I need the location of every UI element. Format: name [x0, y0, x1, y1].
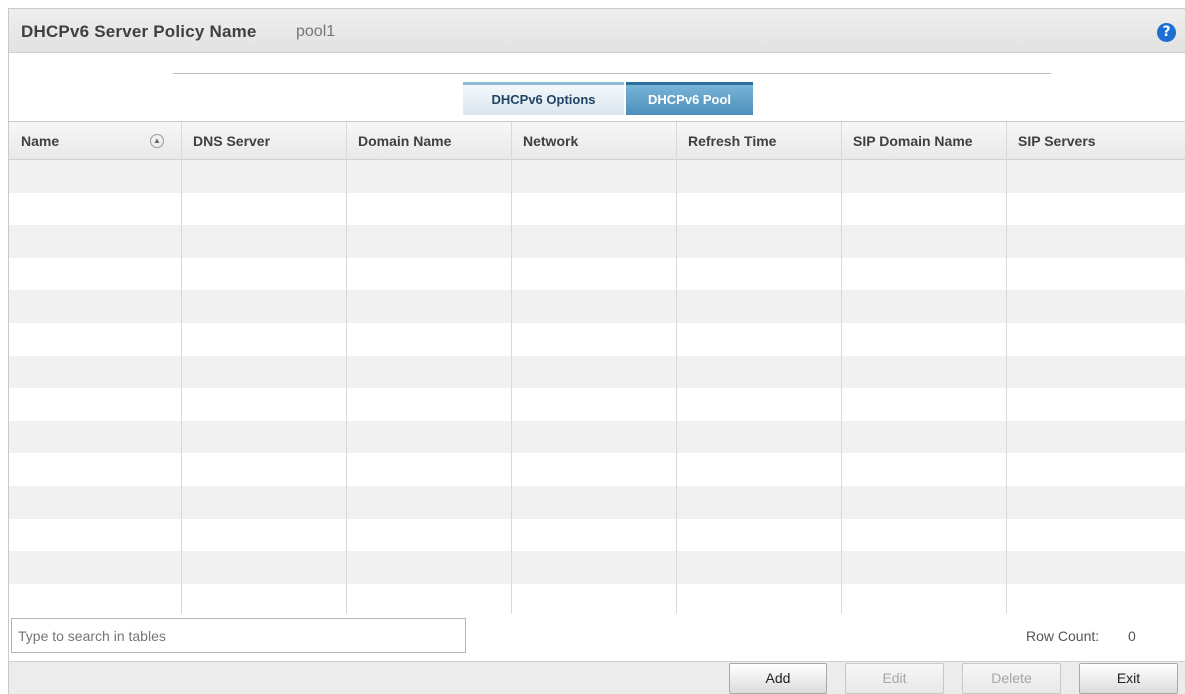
tab-dhcpv6-pool[interactable]: DHCPv6 Pool: [626, 82, 753, 115]
empty-table-row: [9, 323, 1185, 356]
dhcpv6-pool-table: Name ▲ DNS Server Domain Name Network Re…: [9, 121, 1185, 617]
table-search-input[interactable]: [11, 618, 466, 653]
empty-table-row: [9, 160, 1185, 193]
column-header-refresh-time[interactable]: Refresh Time: [676, 122, 841, 160]
column-divider: [346, 122, 347, 614]
empty-table-row: [9, 518, 1185, 552]
column-header-domain-name[interactable]: Domain Name: [346, 122, 511, 160]
empty-table-row: [9, 290, 1185, 323]
column-header-sip-domain-name[interactable]: SIP Domain Name: [841, 122, 1006, 160]
help-icon[interactable]: ?: [1157, 23, 1176, 42]
column-header-network[interactable]: Network: [511, 122, 676, 160]
row-count-value: 0: [1128, 628, 1136, 644]
exit-button[interactable]: Exit: [1079, 663, 1178, 694]
empty-table-row: [9, 583, 1185, 617]
sort-ascending-icon[interactable]: ▲: [150, 134, 164, 148]
add-button[interactable]: Add: [729, 663, 827, 694]
empty-table-row: [9, 257, 1185, 291]
column-divider: [511, 122, 512, 614]
table-header: Name ▲ DNS Server Domain Name Network Re…: [9, 122, 1185, 160]
title-bar: DHCPv6 Server Policy Name pool1 ?: [9, 9, 1185, 53]
policy-name-value: pool1: [296, 23, 336, 40]
empty-table-row: [9, 225, 1185, 258]
tab-divider: [173, 73, 1051, 74]
tab-dhcpv6-options[interactable]: DHCPv6 Options: [463, 82, 624, 115]
empty-table-row: [9, 355, 1185, 389]
column-divider: [181, 122, 182, 614]
column-divider: [676, 122, 677, 614]
page-title: DHCPv6 Server Policy Name: [21, 22, 257, 41]
dhcpv6-server-policy-panel: DHCPv6 Server Policy Name pool1 ? DHCPv6…: [8, 8, 1185, 694]
empty-table-row: [9, 453, 1185, 486]
empty-table-row: [9, 192, 1185, 226]
empty-table-row: [9, 388, 1185, 421]
empty-table-row: [9, 551, 1185, 584]
column-header-dns-server[interactable]: DNS Server: [181, 122, 346, 160]
empty-table-row: [9, 486, 1185, 519]
column-header-sip-servers[interactable]: SIP Servers: [1006, 122, 1185, 160]
column-header-name[interactable]: Name ▲: [9, 122, 181, 160]
row-count-label: Row Count:: [1026, 628, 1100, 644]
empty-table-row: [9, 420, 1185, 454]
column-header-label: Name: [21, 133, 60, 149]
edit-button[interactable]: Edit: [845, 663, 944, 694]
column-divider: [1006, 122, 1007, 614]
column-divider: [841, 122, 842, 614]
delete-button[interactable]: Delete: [962, 663, 1061, 694]
